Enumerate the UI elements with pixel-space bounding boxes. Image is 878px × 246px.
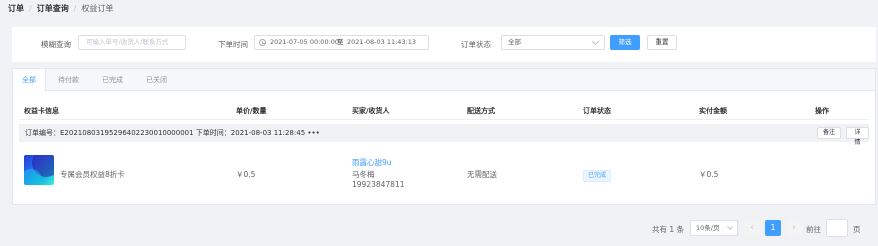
clock-icon — [259, 39, 266, 46]
header-divider — [19, 119, 869, 120]
column-header-buyer: 买家/收货人 — [352, 107, 390, 115]
order-info-text: 订单编号：E20210803195296402230010000001 下单时间… — [25, 129, 320, 137]
time-range-end: 2021-08-03 11:43:13 — [347, 38, 417, 46]
reset-button[interactable]: 重置 — [647, 35, 677, 50]
tab-completed[interactable]: 已完成 — [102, 69, 123, 91]
order-header-row: 订单编号：E20210803195296402230010000001 下单时间… — [19, 124, 869, 146]
delivery-method: 无需配送 — [467, 170, 497, 179]
goto-label: 前往 — [806, 225, 821, 234]
pagination-total: 共有 1 条 — [652, 225, 685, 234]
receiver-phone: 19923847811 — [352, 180, 405, 189]
keyword-label: 模糊查询 — [41, 40, 71, 49]
time-range-separator: 至 — [337, 38, 344, 46]
chevron-down-icon — [591, 37, 600, 46]
page-size-select[interactable]: 10条/页 — [690, 220, 738, 236]
chevron-left-icon: ‹ — [750, 223, 754, 233]
filter-button[interactable]: 筛选 — [610, 35, 640, 50]
card-thumbnail-image — [24, 155, 54, 185]
goto-page-input[interactable] — [826, 219, 848, 237]
breadcrumb-item-order[interactable]: 订单 — [8, 3, 24, 14]
page-suffix: 页 — [853, 225, 861, 234]
prev-page-button[interactable]: ‹ — [744, 220, 760, 236]
card-name: 专属会员权益8折卡 — [60, 170, 125, 179]
unit-price: ￥0.5 — [236, 170, 256, 179]
keyword-search-input[interactable]: 可输入单号/收货人/联系方式 — [78, 35, 186, 50]
chevron-down-icon — [727, 224, 733, 230]
next-page-button[interactable]: › — [786, 220, 802, 236]
tab-closed[interactable]: 已关闭 — [146, 69, 167, 91]
order-time-label: 下单时间 — [218, 40, 248, 49]
order-status-select[interactable]: 全部 — [501, 35, 605, 50]
column-header-delivery: 配送方式 — [467, 107, 495, 115]
tab-pending-payment[interactable]: 待付款 — [58, 69, 79, 91]
orders-panel: 全部 待付款 已完成 已关闭 权益卡信息 单价/数量 买家/收货人 配送方式 订… — [12, 68, 876, 205]
column-header-status: 订单状态 — [583, 107, 611, 115]
note-button[interactable]: 备注 — [817, 127, 842, 139]
column-header-card-info: 权益卡信息 — [24, 107, 59, 115]
order-time-range-picker[interactable]: 2021-07-05 00:00:00 至 2021-08-03 11:43:1… — [254, 35, 429, 50]
buyer-nickname-link[interactable]: 雨露心甜9u — [352, 157, 392, 168]
page-number-current[interactable]: 1 — [765, 220, 781, 236]
order-status-value: 全部 — [508, 38, 521, 46]
breadcrumb: 订单 / 订单查询 / 权益订单 — [8, 3, 113, 14]
page-size-value: 10条/页 — [696, 224, 720, 232]
receiver-name: 马冬梅 — [352, 170, 375, 179]
time-range-start: 2021-07-05 00:00:00 — [270, 38, 340, 46]
detail-button[interactable]: 详情 — [846, 127, 869, 146]
order-status-label: 订单状态 — [461, 40, 491, 49]
breadcrumb-item-order-query[interactable]: 订单查询 — [37, 3, 69, 14]
tab-all[interactable]: 全部 — [13, 69, 46, 92]
paid-amount: ￥0.5 — [699, 170, 719, 179]
column-header-actions: 操作 — [815, 107, 829, 115]
status-badge: 已完成 — [583, 170, 612, 182]
column-header-price-qty: 单价/数量 — [236, 107, 267, 115]
breadcrumb-separator: / — [73, 4, 77, 13]
filter-panel: 模糊查询 可输入单号/收货人/联系方式 下单时间 2021-07-05 00:0… — [12, 27, 876, 62]
column-header-paid-amount: 实付金额 — [699, 107, 727, 115]
order-tabs: 全部 待付款 已完成 已关闭 — [13, 69, 875, 92]
chevron-right-icon: › — [792, 223, 796, 233]
breadcrumb-separator: / — [29, 4, 32, 13]
breadcrumb-item-current: 权益订单 — [81, 4, 114, 13]
